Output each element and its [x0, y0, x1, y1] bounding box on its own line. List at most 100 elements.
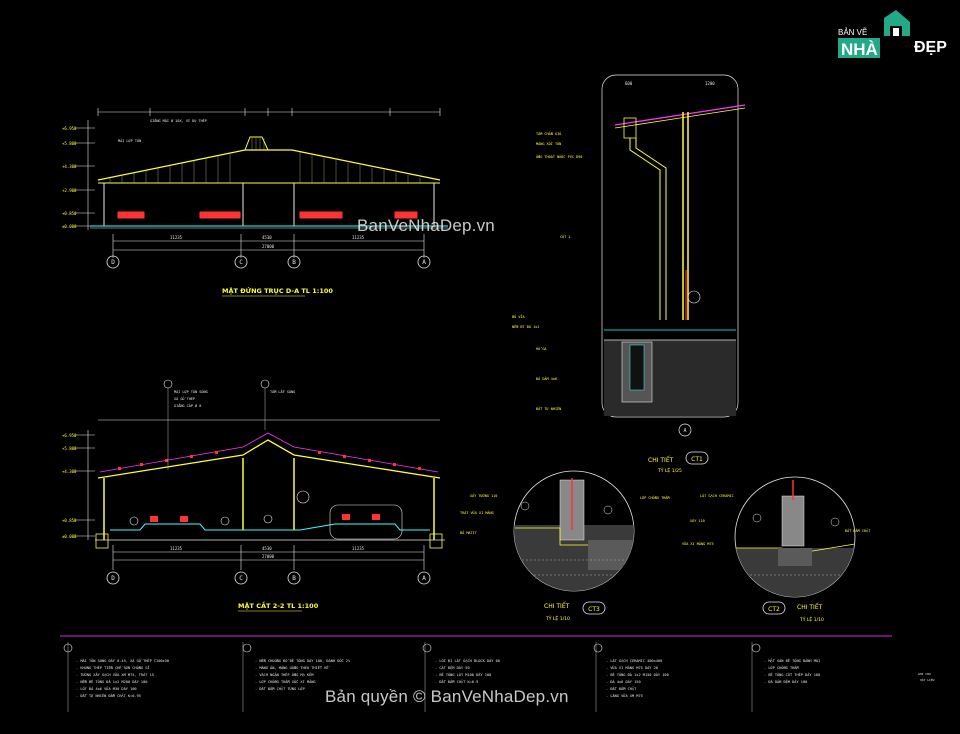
svg-text:- LÁT GẠCH CERAMIC 400x400: - LÁT GẠCH CERAMIC 400x400 [606, 658, 662, 663]
svg-text:- LỚP CHỐNG THẤM GỐC XI MĂNG: - LỚP CHỐNG THẤM GỐC XI MĂNG [255, 679, 316, 684]
svg-text:TẤM LẤY SÁNG: TẤM LẤY SÁNG [270, 389, 295, 394]
svg-text:ỐNG THOÁT NƯỚC PVC D90: ỐNG THOÁT NƯỚC PVC D90 [536, 154, 582, 159]
svg-text:- BÊ TÔNG ĐÁ 1x2 M150 DÀY 100: - BÊ TÔNG ĐÁ 1x2 M150 DÀY 100 [606, 672, 669, 677]
svg-text:- MÁNG ĂN, MÁNG UỐNG THEO THIẾ: - MÁNG ĂN, MÁNG UỐNG THEO THIẾT KẾ [255, 665, 331, 670]
logo-big-text: NHÀ [841, 40, 878, 59]
svg-text:- VÁCH NGĂN THÉP ỐNG MẠ KẼM: - VÁCH NGĂN THÉP ỐNG MẠ KẼM [255, 672, 314, 677]
detail-ct2: LÁT GẠCH CERAMIC XÂY 110 VỮA XI MĂNG M75 Đ… [682, 476, 871, 623]
ct1-title: CHI TIẾT [648, 456, 674, 464]
svg-text:ĐẤT ĐẦM CHẶT: ĐẤT ĐẦM CHẶT [845, 528, 871, 533]
house-logo-icon: BẢN VẼ NHÀ ĐẸP [838, 10, 947, 59]
svg-text:- KHUNG THÉP TIỀN CHẾ SƠN CHỐN: - KHUNG THÉP TIỀN CHẾ SƠN CHỐNG GỈ [76, 665, 150, 670]
svg-text:XÀ GỒ THÉP: XÀ GỒ THÉP [174, 396, 195, 401]
svg-text:ĐẤT TỰ NHIÊN: ĐẤT TỰ NHIÊN [536, 406, 561, 411]
svg-text:+0.850: +0.850 [62, 211, 77, 216]
svg-text:- MÁI TÔN SÓNG DÀY 0.45, XÀ GỒ: - MÁI TÔN SÓNG DÀY 0.45, XÀ GỒ THÉP C100… [76, 658, 169, 663]
svg-text:D: D [111, 259, 115, 266]
svg-text:BÓ VỈA: BÓ VỈA [512, 314, 526, 319]
ct3-tag: CT3 [588, 606, 600, 613]
svg-text:TRÁT VỮA XI MĂNG: TRÁT VỮA XI MĂNG [460, 510, 494, 515]
svg-text:VẬT LIỆU: VẬT LIỆU [920, 677, 935, 682]
svg-text:XÂY TƯỜNG 110: XÂY TƯỜNG 110 [470, 493, 497, 498]
svg-text:ĐÁ DĂM 4x6: ĐÁ DĂM 4x6 [536, 376, 557, 381]
svg-text:C: C [239, 259, 243, 266]
ct1-scale: TỶ LỆ 1/25 [657, 466, 682, 474]
svg-text:MÁNG XỐI TÔN: MÁNG XỐI TÔN [536, 141, 561, 146]
svg-text:27000: 27000 [262, 244, 275, 249]
ct2-scale: TỶ LỆ 1/10 [799, 615, 824, 623]
svg-text:- TƯỜNG XÂY GẠCH VỮA XM M75, T: - TƯỜNG XÂY GẠCH VỮA XM M75, TRÁT 15 [76, 672, 154, 677]
svg-text:D: D [111, 575, 115, 582]
svg-text:- ĐÁ 4x6 DÀY 150: - ĐÁ 4x6 DÀY 150 [606, 679, 641, 684]
svg-text:CỘT 1: CỘT 1 [560, 234, 571, 239]
svg-text:+5.800: +5.800 [62, 446, 77, 451]
ct3-title: CHI TIẾT [544, 602, 570, 610]
svg-text:- LỐI ĐI LÁT GẠCH BLOCK DÀY 60: - LỐI ĐI LÁT GẠCH BLOCK DÀY 60 [435, 658, 500, 663]
svg-text:600: 600 [625, 81, 633, 86]
svg-text:11235: 11235 [170, 546, 183, 551]
svg-text:- NỀN BÊ TÔNG ĐÁ 1x2 M200 DÀY: - NỀN BÊ TÔNG ĐÁ 1x2 M200 DÀY 100 [76, 679, 147, 684]
svg-text:4530: 4530 [262, 546, 272, 551]
svg-text:- LÓT ĐÁ 4x6 VỮA M50 DÀY 100: - LÓT ĐÁ 4x6 VỮA M50 DÀY 100 [76, 686, 137, 691]
svg-text:- MẶT SÀN BÊ TÔNG ĐÁNH MÀI: - MẶT SÀN BÊ TÔNG ĐÁNH MÀI [764, 658, 820, 663]
svg-text:TẤM CHẮN GIÓ: TẤM CHẮN GIÓ [536, 131, 561, 136]
svg-text:±0.000: ±0.000 [62, 534, 77, 539]
svg-text:- NỀN CHUỒNG ĐỔ BÊ TÔNG DÀY 10: - NỀN CHUỒNG ĐỔ BÊ TÔNG DÀY 100, ĐÁNH DỐ… [255, 658, 351, 663]
svg-text:27000: 27000 [262, 554, 275, 559]
svg-text:GIẰNG CÁP Ø 8: GIẰNG CÁP Ø 8 [174, 403, 201, 408]
svg-text:- VỮA XI MĂNG M75 DÀY 20: - VỮA XI MĂNG M75 DÀY 20 [606, 665, 658, 670]
svg-text:- CÁT ĐỆM DÀY 50: - CÁT ĐỆM DÀY 50 [435, 665, 470, 670]
detail-ct3: XÂY TƯỜNG 110 TRÁT VỮA XI MĂNG BẢ MATIT LỚ… [460, 470, 670, 622]
svg-text:+5.800: +5.800 [62, 141, 77, 146]
svg-text:A: A [422, 575, 426, 582]
svg-text:+0.850: +0.850 [62, 518, 77, 523]
svg-text:- ĐÁ DĂM ĐỆM DÀY 100: - ĐÁ DĂM ĐỆM DÀY 100 [764, 679, 807, 684]
svg-text:- ĐẤT ĐẦM CHẶT TỪNG LỚP: - ĐẤT ĐẦM CHẶT TỪNG LỚP [255, 686, 305, 691]
svg-text:- ĐẤT TỰ NHIÊN ĐẦM CHẶT K=0.95: - ĐẤT TỰ NHIÊN ĐẦM CHẶT K=0.95 [76, 693, 141, 698]
svg-text:4530: 4530 [262, 235, 272, 240]
svg-text:VỮA XI MĂNG M75: VỮA XI MĂNG M75 [682, 541, 714, 546]
ct1-tag: CT1 [691, 456, 703, 463]
svg-text:- ĐẤT ĐẦM CHẶT: - ĐẤT ĐẦM CHẶT [606, 686, 637, 691]
svg-text:11235: 11235 [352, 235, 365, 240]
svg-text:LỚP CHỐNG THẤM: LỚP CHỐNG THẤM [640, 495, 670, 500]
svg-text:HỐ GA: HỐ GA [536, 346, 547, 351]
svg-text:GHI CHÚ: GHI CHÚ [918, 671, 931, 676]
logo-suffix-text: ĐẸP [914, 39, 947, 56]
ct3-scale: TỶ LỆ 1/10 [545, 614, 570, 622]
svg-text:C: C [239, 575, 243, 582]
elevation-view: +6.950+5.800 +4.300+2.900 +0.850±0.000 1… [62, 108, 448, 269]
svg-text:GIẰNG MÁI Ø 10X, VÍ DỤ THÉP: GIẰNG MÁI Ø 10X, VÍ DỤ THÉP [150, 118, 207, 123]
svg-text:11235: 11235 [170, 235, 183, 240]
svg-text:+6.950: +6.950 [62, 433, 77, 438]
svg-text:- BÊ TÔNG LÓT M100 DÀY 100: - BÊ TÔNG LÓT M100 DÀY 100 [435, 672, 491, 677]
notes-strip: - MÁI TÔN SÓNG DÀY 0.45, XÀ GỒ THÉP C100… [60, 635, 935, 712]
ct2-title: CHI TIẾT [797, 603, 823, 611]
svg-text:XÂY 110: XÂY 110 [690, 518, 705, 523]
svg-text:MÁI LỢP TÔN SÓNG: MÁI LỢP TÔN SÓNG [174, 389, 208, 394]
section-title: MẶT CẮT 2-2 TL 1:100 [238, 600, 319, 610]
svg-text:NỀN BT ĐÁ 1x2: NỀN BT ĐÁ 1x2 [512, 324, 539, 329]
svg-text:+6.950: +6.950 [62, 126, 77, 131]
ct2-tag: CT2 [768, 606, 780, 613]
svg-text:A: A [683, 428, 686, 434]
svg-text:+4.300: +4.300 [62, 469, 77, 474]
svg-text:- LÁNG VỮA XM M75: - LÁNG VỮA XM M75 [606, 693, 643, 698]
svg-text:MÁI LỢP TÔN: MÁI LỢP TÔN [118, 138, 141, 143]
svg-text:- ĐẤT ĐẦM CHẶT K=0.9: - ĐẤT ĐẦM CHẶT K=0.9 [435, 679, 478, 684]
svg-text:BẢ MATIT: BẢ MATIT [460, 530, 478, 535]
logo-top-text: BẢN VẼ [838, 28, 867, 37]
svg-text:±0.000: ±0.000 [62, 224, 77, 229]
svg-text:LÁT GẠCH CERAMIC: LÁT GẠCH CERAMIC [700, 493, 734, 498]
svg-text:B: B [292, 575, 296, 582]
svg-text:- BÊ TÔNG CỐT THÉP DÀY 100: - BÊ TÔNG CỐT THÉP DÀY 100 [764, 672, 820, 677]
svg-text:A: A [422, 259, 426, 266]
site-logo[interactable]: BẢN VẼ NHÀ ĐẸP [832, 8, 950, 66]
svg-text:B: B [292, 259, 296, 266]
elevation-title: MẶT ĐỨNG TRỤC D-A TL 1:100 [222, 286, 333, 295]
section-view: +6.950 +5.800 +4.300 +0.850 ±0.000 MÁI LỢP … [62, 379, 445, 585]
svg-text:1200: 1200 [705, 81, 715, 86]
detail-ct1: TẤM CHẮN GIÓ MÁNG XỐI TÔN ỐNG THOÁT NƯỚC … [512, 74, 746, 474]
svg-text:11235: 11235 [352, 546, 365, 551]
cad-drawing-canvas[interactable]: +6.950+5.800 +4.300+2.900 +0.850±0.000 1… [0, 0, 960, 734]
